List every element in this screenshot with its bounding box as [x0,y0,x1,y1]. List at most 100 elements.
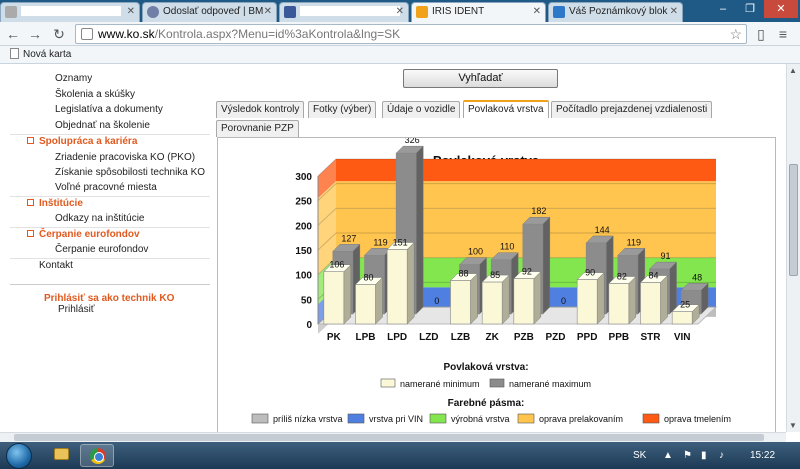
bookmark-star-icon[interactable]: ☆ [729,25,742,43]
scroll-down-icon[interactable]: ▼ [789,421,797,430]
horizontal-scrollbar[interactable] [0,432,786,442]
close-tab-icon[interactable]: ✕ [533,6,541,17]
data-label-minimum: 25 [680,300,690,310]
chrome-taskbar-button[interactable] [80,444,114,467]
bar-minimum [323,271,345,325]
sidebar-item-skolenia[interactable]: Školenia a skúšky [55,89,135,100]
x-tick-label: VIN [674,332,691,343]
tab-porovnanie-pzp[interactable]: Porovnanie PZP [216,120,299,137]
sidebar-section-eurofondy[interactable]: Čerpanie eurofondov [27,229,140,240]
close-tab-icon[interactable]: ✕ [127,6,135,17]
divider [10,134,210,135]
sidebar-item-oznamy[interactable]: Oznamy [55,73,92,84]
close-tab-icon[interactable]: ✕ [396,6,404,17]
facebook-icon [284,6,296,18]
band-swatch [429,413,447,424]
forward-icon[interactable]: → [26,25,44,43]
browser-tab-active[interactable]: IRIS IDENT ✕ [411,2,546,22]
bar-minimum [481,281,503,325]
band-label: vrstva pri VIN [369,414,423,424]
system-tray: SK ▲ ⚑ ▮ ♪ 15:22 [625,442,800,469]
data-label-maximum: 48 [692,272,702,282]
minimize-icon[interactable]: – [710,0,736,18]
bar-maximum-side [669,261,677,315]
login-link[interactable]: Prihlásiť [58,304,95,315]
data-label-minimum: 92 [522,267,532,277]
y-tick-label: 0 [306,320,312,331]
scrollbar-thumb[interactable] [789,164,798,276]
bar-minimum-side [501,274,510,325]
volume-icon[interactable]: ♪ [719,450,724,461]
clock[interactable]: 15:22 [750,450,775,461]
sidebar-item-objednat[interactable]: Objednať na školenie [55,120,150,131]
sidebar-item-cerpanie[interactable]: Čerpanie eurofondov [55,244,148,255]
page-menu-icon[interactable]: ▯ [752,25,770,43]
sidebar-item-legislativa[interactable]: Legislatíva a dokumenty [55,104,163,115]
wrench-menu-icon[interactable]: ≡ [774,25,792,43]
band-swatch [517,413,535,424]
x-tick-label: LPB [356,332,376,343]
start-button-icon[interactable] [6,443,32,469]
sidebar-item-odkazy[interactable]: Odkazy na inštitúcie [55,213,145,224]
data-label-minimum: 151 [393,238,408,248]
y-tick-label: 100 [295,271,312,282]
coating-chart: Povlaková vrstva050100150200250300127106… [251,138,731,424]
x-tick-label: PPD [577,332,598,343]
vertical-scrollbar[interactable]: ▲ ▼ [786,64,800,432]
data-label-maximum: 91 [660,251,670,261]
maximize-icon[interactable]: ❐ [737,0,763,18]
sidebar-item-volne-miesta[interactable]: Voľné pracovné miesta [55,182,157,193]
y-tick-label: 200 [295,221,312,232]
sidebar-nav: Oznamy Školenia a skúšky Legislatíva a d… [10,64,210,274]
x-tick-label: PK [327,332,342,343]
network-icon[interactable]: ▮ [701,450,707,461]
close-window-icon[interactable]: ✕ [764,0,798,18]
browser-tab[interactable]: Váš Poznámkový blok ✕ [548,2,683,22]
chart-panel: Povlaková vrstva050100150200250300127106… [217,137,776,432]
language-indicator[interactable]: SK [633,450,646,461]
bookmark-item[interactable]: Nová karta [10,48,71,60]
data-label-maximum: 119 [627,237,641,247]
tray-arrow-icon[interactable]: ▲ [663,450,673,461]
bar-minimum [640,282,661,325]
address-bar[interactable]: www.ko.sk/Kontrola.aspx?Menu=id%3aKontro… [75,24,747,44]
search-button[interactable]: Vyhľadať [403,69,558,88]
x-tick-label: PPB [609,332,630,343]
y-tick-label: 50 [301,295,313,306]
redacted-title [21,6,121,17]
scroll-up-icon[interactable]: ▲ [789,66,797,75]
tab-pocitadlo[interactable]: Počítadlo prejazdenej vzdialenosti [551,101,713,118]
sidebar-section-spolupraca[interactable]: Spolupráca a kariéra [27,136,137,147]
browser-tab[interactable]: Odoslať odpoveď | BM ✕ [142,2,277,22]
tab-fotky[interactable]: Fotky (výber) [308,101,377,118]
flag-icon[interactable]: ⚑ [683,450,692,461]
close-tab-icon[interactable]: ✕ [670,6,678,17]
bar-minimum-side [406,241,415,325]
bar-minimum [576,279,598,325]
sidebar-section-institucie[interactable]: Inštitúcie [27,198,83,209]
sidebar-item-pko[interactable]: Zriadenie pracoviska KO (PKO) [55,152,195,163]
scrollbar-thumb[interactable] [14,434,764,441]
page-info-icon[interactable] [81,28,93,40]
bar-minimum [671,311,693,325]
bar-minimum-side [470,272,478,325]
url-host: www.ko.sk [98,27,155,41]
sidebar-item-sposobilost[interactable]: Získanie spôsobilosti technika KO [55,167,205,178]
sidebar-item-kontakt[interactable]: Kontakt [39,260,73,271]
tab-povlakova-vrstva[interactable]: Povlaková vrstva [463,100,549,118]
notepad-icon [553,6,565,18]
tab-vysledok[interactable]: Výsledok kontroly [216,101,305,118]
y-tick-label: 250 [295,197,312,208]
close-tab-icon[interactable]: ✕ [264,6,272,17]
browser-tab[interactable]: ✕ [279,2,409,22]
band-swatch [642,413,660,424]
reload-icon[interactable]: ↻ [50,25,68,43]
browser-tab[interactable]: ✕ [0,2,140,22]
bar-maximum-side [415,145,424,315]
data-label-minimum: 80 [363,273,373,283]
bmw-icon [147,6,159,18]
explorer-taskbar-button[interactable] [44,444,78,467]
back-icon[interactable]: ← [4,25,22,43]
tab-udaje-vozidle[interactable]: Údaje o vozidle [382,101,461,118]
data-label-maximum: 119 [373,237,387,247]
